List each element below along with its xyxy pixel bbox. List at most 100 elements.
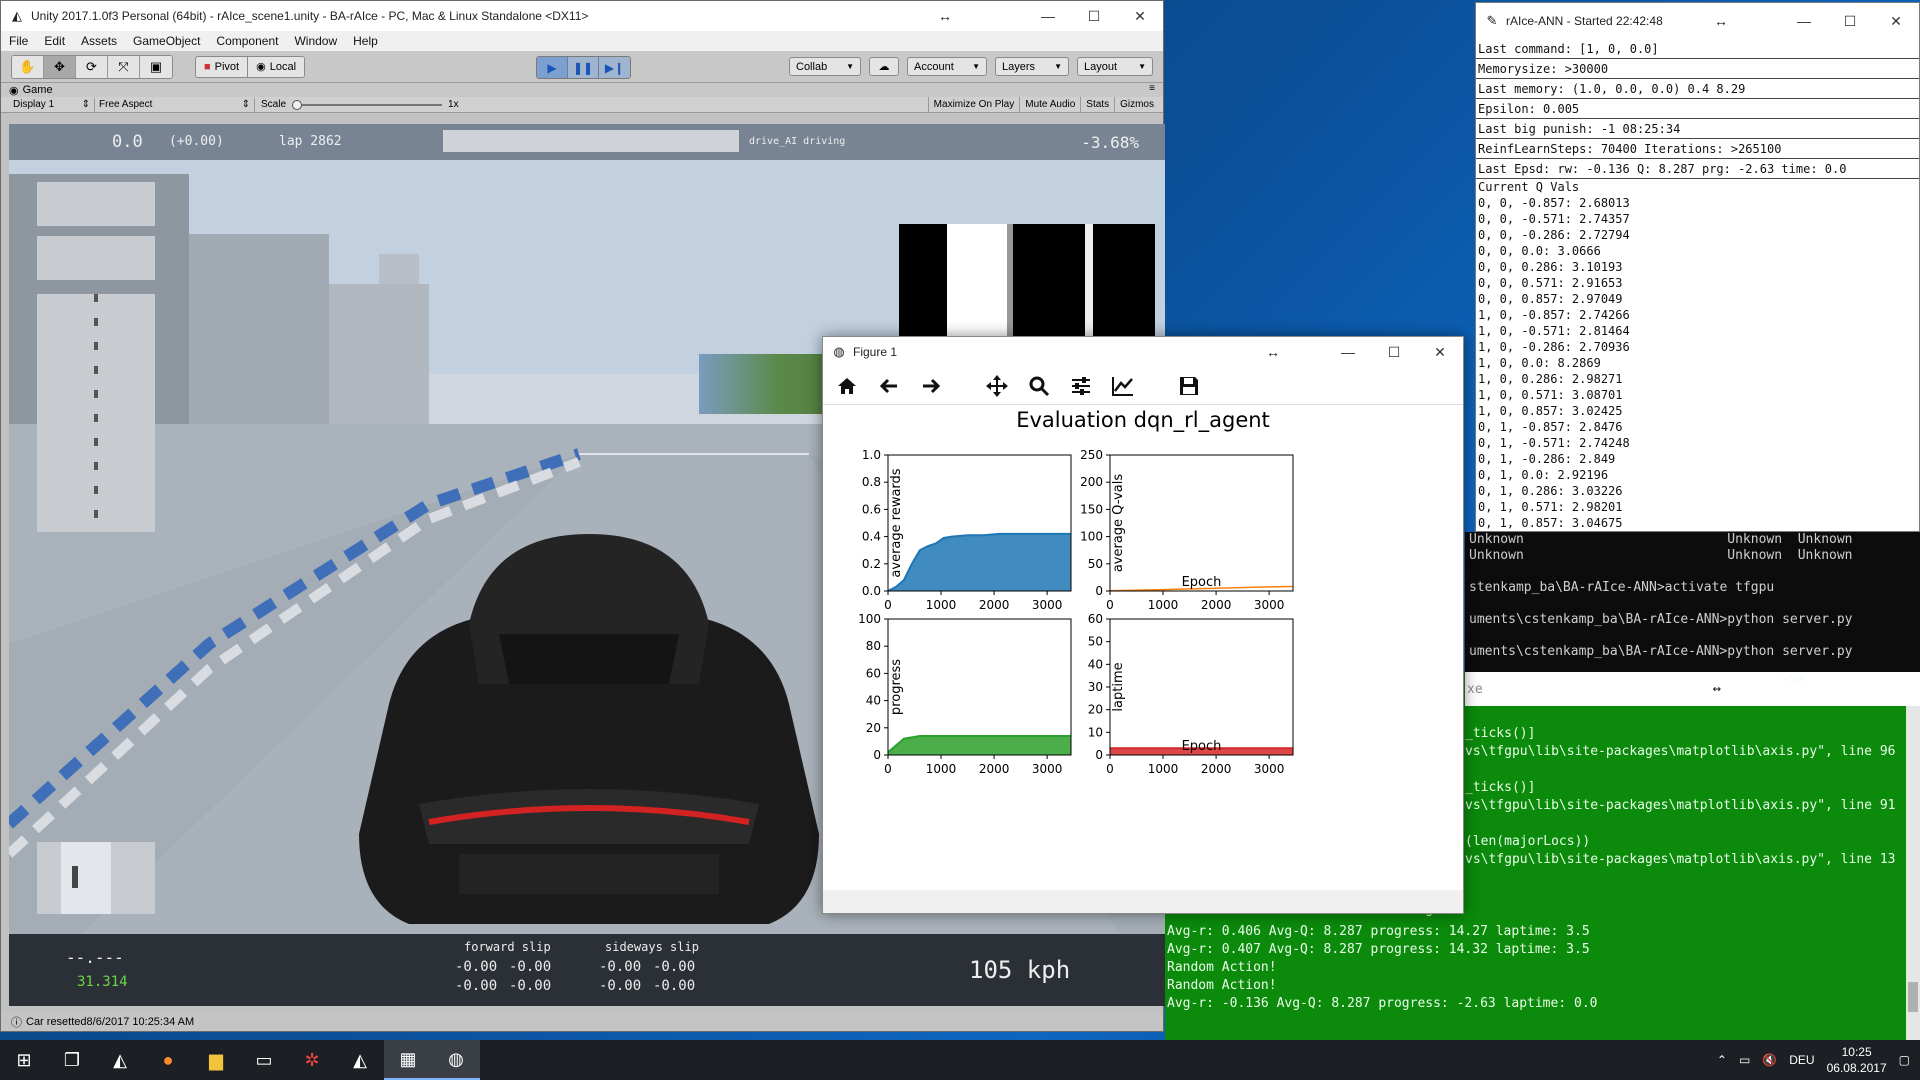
maximize-button[interactable]: ☐ bbox=[1071, 1, 1117, 31]
back-arrow-icon[interactable] bbox=[875, 372, 903, 400]
resize-arrows-icon: ↔ bbox=[938, 8, 952, 24]
unity-editor-icon[interactable]: ◭ bbox=[336, 1040, 384, 1080]
local-button[interactable]: ◉ Local bbox=[248, 56, 305, 77]
home-icon[interactable] bbox=[833, 372, 861, 400]
display-select[interactable]: Display 1 ⇕ bbox=[9, 97, 95, 112]
rect-tool-icon[interactable]: ▣ bbox=[140, 55, 172, 78]
firefox-icon[interactable]: ● bbox=[144, 1040, 192, 1080]
play-icon[interactable]: ▶ bbox=[537, 57, 568, 78]
debug-icon[interactable]: ✲ bbox=[288, 1040, 336, 1080]
chevron-down-icon: ▼ bbox=[972, 62, 980, 71]
x-tick-label: 2000 bbox=[1201, 598, 1232, 612]
menu-help[interactable]: Help bbox=[353, 34, 378, 48]
collab-dropdown[interactable]: Collab ▼ bbox=[789, 57, 861, 76]
q-values-list: Current Q Vals 0, 0, -0.857: 2.68013 0, … bbox=[1476, 179, 1919, 531]
x-tick-label: 1000 bbox=[926, 762, 957, 776]
menu-window[interactable]: Window bbox=[294, 34, 337, 48]
track-minimap bbox=[37, 294, 155, 532]
x-tick-label: 2000 bbox=[979, 762, 1010, 776]
maximize-button[interactable]: ☐ bbox=[1827, 6, 1873, 36]
rotate-tool-icon[interactable]: ⟳ bbox=[76, 55, 108, 78]
layers-dropdown[interactable]: Layers ▼ bbox=[995, 57, 1069, 76]
menu-edit[interactable]: Edit bbox=[44, 34, 65, 48]
green-console-titlebar[interactable]: xe ↔ — ☐ ✕ bbox=[1465, 672, 1920, 706]
menu-gameobject[interactable]: GameObject bbox=[133, 34, 200, 48]
account-dropdown[interactable]: Account ▼ bbox=[907, 57, 987, 76]
file-explorer-icon[interactable]: ▆ bbox=[192, 1040, 240, 1080]
gizmos-dropdown[interactable]: Gizmos bbox=[1114, 97, 1159, 113]
y-tick-label: 100 bbox=[858, 612, 881, 626]
minimize-button[interactable]: — bbox=[1781, 672, 1789, 706]
menu-file[interactable]: File bbox=[9, 34, 28, 48]
close-button[interactable]: ✕ bbox=[1873, 6, 1919, 36]
ann-titlebar[interactable]: ✎ rAIce-ANN - Started 22:42:48 ↔ — ☐ ✕ bbox=[1476, 3, 1919, 39]
ann-line: Last big punish: -1 08:25:34 bbox=[1476, 119, 1919, 139]
edit-axes-icon[interactable] bbox=[1109, 372, 1137, 400]
chevron-up-icon[interactable]: ⌃ bbox=[1717, 1053, 1727, 1067]
minimize-button[interactable]: — bbox=[1025, 1, 1071, 31]
right-toolbar: Collab ▼ ☁ Account ▼ Layers ▼ Layout ▼ bbox=[789, 57, 1153, 76]
step-icon[interactable]: ▶❙ bbox=[599, 57, 630, 78]
volume-muted-icon[interactable]: 🔇 bbox=[1762, 1053, 1777, 1067]
notifications-icon[interactable]: ▢ bbox=[1899, 1053, 1910, 1067]
x-tick-label: 3000 bbox=[1254, 598, 1285, 612]
layout-dropdown[interactable]: Layout ▼ bbox=[1077, 57, 1153, 76]
save-icon[interactable] bbox=[1175, 372, 1203, 400]
play-controls: ▶ ❚❚ ▶❙ bbox=[536, 56, 631, 79]
unity-titlebar[interactable]: ◭ Unity 2017.1.0f3 Personal (64bit) - rA… bbox=[1, 1, 1163, 31]
clock[interactable]: 10:25 06.08.2017 bbox=[1827, 1044, 1887, 1076]
minimize-button[interactable]: — bbox=[1781, 6, 1827, 36]
x-tick-label: 3000 bbox=[1032, 762, 1063, 776]
figure-titlebar[interactable]: ◍ Figure 1 ↔ — ☐ ✕ bbox=[823, 337, 1463, 367]
resize-arrows-icon: ↔ bbox=[1714, 13, 1728, 29]
terminal-icon[interactable]: ▭ bbox=[240, 1040, 288, 1080]
maximize-button[interactable]: ☐ bbox=[1789, 672, 1797, 706]
q-value: 0, 0, -0.571: 2.74357 bbox=[1478, 212, 1630, 226]
pause-icon[interactable]: ❚❚ bbox=[568, 57, 599, 78]
pan-icon[interactable] bbox=[983, 372, 1011, 400]
race-car bbox=[359, 534, 819, 924]
subplots-config-icon[interactable] bbox=[1067, 372, 1095, 400]
close-button[interactable]: ✕ bbox=[1117, 1, 1163, 31]
scale-label: Scale bbox=[261, 99, 287, 110]
account-label: Account bbox=[914, 60, 954, 73]
mute-audio-toggle[interactable]: Mute Audio bbox=[1019, 97, 1080, 113]
hand-tool-icon[interactable]: ✋ bbox=[12, 55, 44, 78]
scrollbar[interactable] bbox=[1906, 706, 1920, 1040]
menu-assets[interactable]: Assets bbox=[81, 34, 117, 48]
q-value: 0, 0, 0.0: 3.0666 bbox=[1478, 244, 1601, 258]
tab-menu-icon[interactable]: ≡ bbox=[1149, 83, 1155, 94]
y-tick-label: 20 bbox=[866, 721, 881, 735]
network-icon[interactable]: ▭ bbox=[1739, 1053, 1750, 1067]
close-button[interactable]: ✕ bbox=[1417, 337, 1463, 367]
console-window[interactable]: Unknown Unknown Unknown Unknown Unknown … bbox=[1465, 532, 1920, 672]
pivot-button[interactable]: ■ Pivot bbox=[196, 56, 249, 77]
zoom-icon[interactable] bbox=[1025, 372, 1053, 400]
move-tool-icon[interactable]: ✥ bbox=[44, 55, 76, 78]
aspect-select[interactable]: Free Aspect ⇕ bbox=[95, 97, 255, 112]
menu-component[interactable]: Component bbox=[216, 34, 278, 48]
y-tick-label: 40 bbox=[1088, 657, 1103, 671]
python-figure-icon[interactable]: ◍ bbox=[432, 1040, 480, 1080]
scale-tool-icon[interactable]: ⤧ bbox=[108, 55, 140, 78]
language-indicator[interactable]: DEU bbox=[1789, 1053, 1814, 1067]
scale-slider[interactable] bbox=[292, 99, 443, 110]
unity-taskbar-icon[interactable]: ◭ bbox=[96, 1040, 144, 1080]
start-windows-icon[interactable]: ⊞ bbox=[0, 1040, 48, 1080]
maximize-on-play-toggle[interactable]: Maximize On Play bbox=[927, 97, 1020, 113]
forward-arrow-icon[interactable] bbox=[917, 372, 945, 400]
close-button[interactable]: ✕ bbox=[1797, 672, 1805, 706]
q-value: 1, 0, -0.286: 2.70936 bbox=[1478, 340, 1630, 354]
python-ide-icon[interactable]: ▦ bbox=[384, 1040, 432, 1080]
cloud-button[interactable]: ☁ bbox=[869, 57, 899, 76]
game-tab[interactable]: ◉ Game ≡ bbox=[1, 83, 1163, 97]
resize-arrows-icon: ↔ bbox=[1266, 344, 1280, 360]
q-value: 1, 0, 0.286: 2.98271 bbox=[1478, 372, 1623, 386]
maximize-button[interactable]: ☐ bbox=[1371, 337, 1417, 367]
forward-slip-label: forward slip bbox=[464, 940, 551, 954]
stats-toggle[interactable]: Stats bbox=[1080, 97, 1114, 113]
minimize-button[interactable]: — bbox=[1325, 337, 1371, 367]
task-view-icon[interactable]: ❐ bbox=[48, 1040, 96, 1080]
q-value: 0, 0, 0.857: 2.97049 bbox=[1478, 292, 1623, 306]
resize-arrows-icon: ↔ bbox=[1712, 681, 1721, 697]
